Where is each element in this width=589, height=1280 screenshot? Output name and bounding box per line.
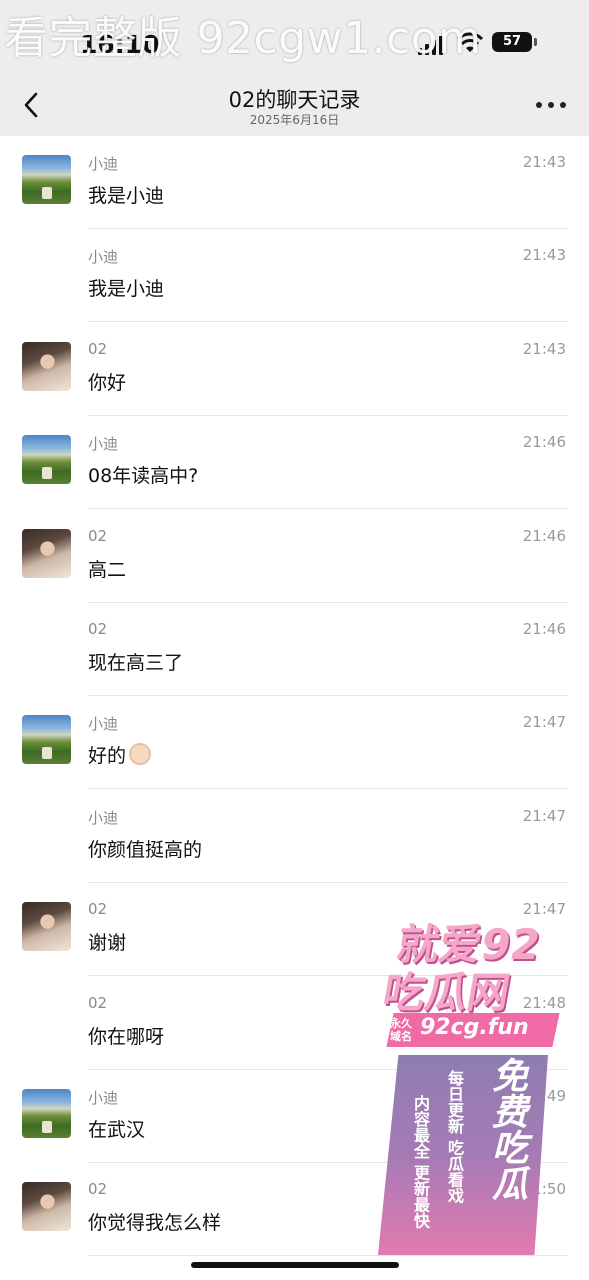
sender-name: 小迪 <box>88 155 119 173</box>
message-row[interactable]: 02 21:46 现在高三了 <box>0 603 589 696</box>
message-text-wrap: 在武汉 <box>88 1115 145 1142</box>
sender-name: 02 <box>88 526 108 545</box>
message-text: 你好 <box>88 371 127 394</box>
page-title: 02的聊天记录 <box>228 88 361 112</box>
message-text-wrap: 现在高三了 <box>88 648 183 675</box>
sender-name: 小迪 <box>88 808 119 827</box>
sender-name: 小迪 <box>88 248 119 267</box>
message-text-wrap: 谢谢 <box>88 928 126 955</box>
message-row[interactable]: 02 21:46 高二 <box>0 510 589 603</box>
message-row[interactable]: 小迪 21:43 我是小迪 <box>0 229 589 323</box>
message-text-wrap: 我是小迪 <box>88 274 164 301</box>
message-time: 21:46 <box>522 620 566 638</box>
sender-name: 02 <box>88 620 108 638</box>
message-text-wrap: 你觉得我怎么样 <box>88 1208 221 1235</box>
sender-name: 02 <box>88 900 108 919</box>
message-time: 21:47 <box>522 806 566 825</box>
sender-name: 小迪 <box>88 715 119 734</box>
ad-domain: 92cg.fun <box>420 1015 529 1040</box>
message-text-wrap: 08年读高中? <box>88 461 198 488</box>
message-text-wrap: 我是小迪 <box>88 181 164 208</box>
message-time: 21:47 <box>522 713 566 732</box>
message-text-wrap: 好的 <box>88 741 152 768</box>
message-text: 你颜值挺高的 <box>88 838 203 861</box>
ad-tagline-1: 每日更新 吃瓜看戏 <box>445 1070 464 1204</box>
sender-name: 02 <box>88 1180 108 1199</box>
message-text-wrap: 你好 <box>88 368 126 395</box>
avatar[interactable] <box>22 902 71 952</box>
avatar[interactable] <box>22 435 71 485</box>
message-text: 你觉得我怎么样 <box>88 1212 222 1235</box>
sender-name: 小迪 <box>88 435 119 454</box>
message-row[interactable]: 小迪 21:43 我是小迪 <box>0 136 589 229</box>
sender-name: 02 <box>88 339 108 358</box>
ad-slogan: 免费吃瓜 <box>486 1057 527 1201</box>
avatar[interactable] <box>22 341 71 391</box>
message-text: 谢谢 <box>88 932 127 955</box>
watermark-banner: 看完整版 92cgw1.com <box>4 13 482 64</box>
message-text: 你在哪呀 <box>88 1025 165 1048</box>
message-text: 现在高三了 <box>88 652 184 674</box>
message-row[interactable]: 02 21:43 你好 <box>0 323 589 416</box>
message-text: 高二 <box>88 558 127 581</box>
message-row[interactable]: 小迪 21:47 好的 <box>0 696 589 790</box>
message-time: 21:43 <box>522 153 566 171</box>
message-text: 我是小迪 <box>88 185 165 207</box>
avatar[interactable] <box>22 155 71 204</box>
message-text-wrap: 高二 <box>88 555 126 582</box>
message-row[interactable]: 小迪 21:47 你颜值挺高的 <box>0 790 589 883</box>
ok-hand-emoji-icon <box>129 743 152 766</box>
ad-tagline-2: 内容最全 更新最快 <box>411 1095 430 1229</box>
message-text: 在武汉 <box>88 1119 146 1141</box>
ad-headline-2: 吃瓜网 <box>379 968 514 1017</box>
sender-name: 小迪 <box>88 1089 119 1107</box>
message-time: 21:43 <box>522 339 566 358</box>
message-text-wrap: 你颜值挺高的 <box>88 835 202 862</box>
message-text-wrap: 你在哪呀 <box>88 1022 164 1049</box>
message-row[interactable]: 小迪 21:46 08年读高中? <box>0 416 589 510</box>
message-time: 21:46 <box>522 526 566 545</box>
message-time: 21:46 <box>522 433 566 452</box>
home-indicator[interactable] <box>191 1262 399 1268</box>
avatar[interactable] <box>22 715 71 765</box>
ad-permanent-label: 永久域名 <box>390 1017 412 1043</box>
navigation-bar: 02的聊天记录 2025年6月16日 <box>0 78 589 136</box>
message-time: 21:43 <box>522 246 566 265</box>
chat-history-page: 16:10 57 看完整版 92cgw1.com 02的聊天记录 2025年6月… <box>0 0 589 1280</box>
sender-name: 02 <box>88 993 108 1012</box>
page-date: 2025年6月16日 <box>249 113 340 127</box>
more-options-icon[interactable] <box>536 102 566 110</box>
avatar[interactable] <box>22 528 71 578</box>
watermark-ad: 就爱92 吃瓜网 永久域名 92cg.fun 免费吃瓜 每日更新 吃瓜看戏 内容… <box>360 905 560 1265</box>
message-text: 08年读高中? <box>88 465 199 488</box>
avatar[interactable] <box>22 1182 71 1232</box>
battery-icon: 57 <box>492 32 537 52</box>
message-text: 我是小迪 <box>88 278 165 301</box>
avatar[interactable] <box>22 1089 71 1138</box>
message-text: 好的 <box>88 745 127 768</box>
status-bar: 16:10 57 看完整版 92cgw1.com <box>0 0 589 78</box>
